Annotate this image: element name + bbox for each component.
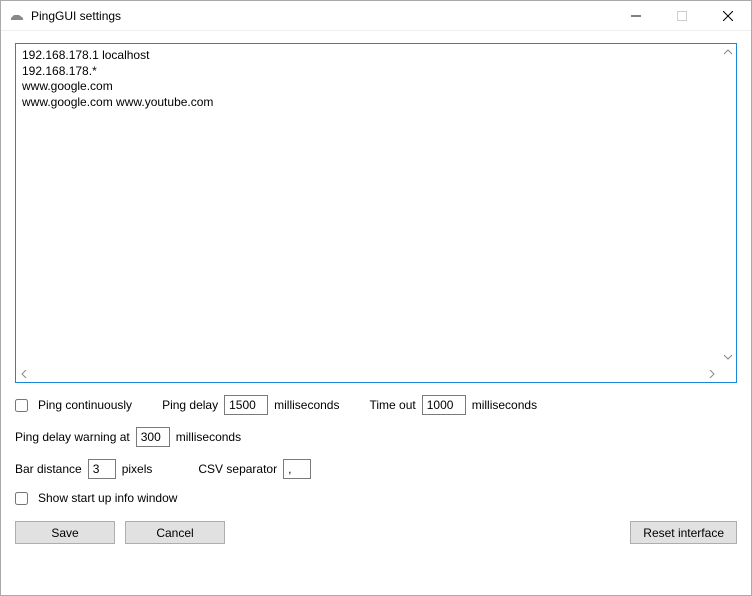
timeout-label: Time out xyxy=(369,398,415,412)
bar-distance-label: Bar distance xyxy=(15,462,82,476)
hosts-textarea[interactable] xyxy=(16,44,720,366)
maximize-button xyxy=(659,1,705,31)
ping-delay-input[interactable] xyxy=(224,395,268,415)
show-startup-info-label: Show start up info window xyxy=(38,491,177,505)
close-button[interactable] xyxy=(705,1,751,31)
ping-delay-unit: milliseconds xyxy=(274,398,339,412)
timeout-unit: milliseconds xyxy=(472,398,537,412)
ping-delay-warning-label: Ping delay warning at xyxy=(15,430,130,444)
ping-delay-label: Ping delay xyxy=(162,398,218,412)
show-startup-info-checkbox[interactable] xyxy=(15,492,28,505)
scroll-right-icon[interactable] xyxy=(704,366,720,382)
ping-delay-warning-unit: milliseconds xyxy=(176,430,241,444)
csv-separator-label: CSV separator xyxy=(198,462,277,476)
content-area: Ping continuously Ping delay millisecond… xyxy=(1,31,751,556)
window-title: PingGUI settings xyxy=(31,9,121,23)
save-button[interactable]: Save xyxy=(15,521,115,544)
app-icon xyxy=(9,8,25,24)
timeout-input[interactable] xyxy=(422,395,466,415)
reset-interface-button[interactable]: Reset interface xyxy=(630,521,737,544)
cancel-button[interactable]: Cancel xyxy=(125,521,225,544)
scroll-down-icon[interactable] xyxy=(720,350,736,366)
ping-continuously-checkbox[interactable] xyxy=(15,399,28,412)
scroll-left-icon[interactable] xyxy=(16,366,32,382)
scroll-up-icon[interactable] xyxy=(720,44,736,60)
bar-distance-unit: pixels xyxy=(122,462,153,476)
ping-continuously-label: Ping continuously xyxy=(38,398,132,412)
titlebar: PingGUI settings xyxy=(1,1,751,31)
bar-distance-input[interactable] xyxy=(88,459,116,479)
hosts-textarea-container xyxy=(15,43,737,383)
csv-separator-input[interactable] xyxy=(283,459,311,479)
ping-delay-warning-input[interactable] xyxy=(136,427,170,447)
minimize-button[interactable] xyxy=(613,1,659,31)
horizontal-scrollbar[interactable] xyxy=(16,366,720,382)
